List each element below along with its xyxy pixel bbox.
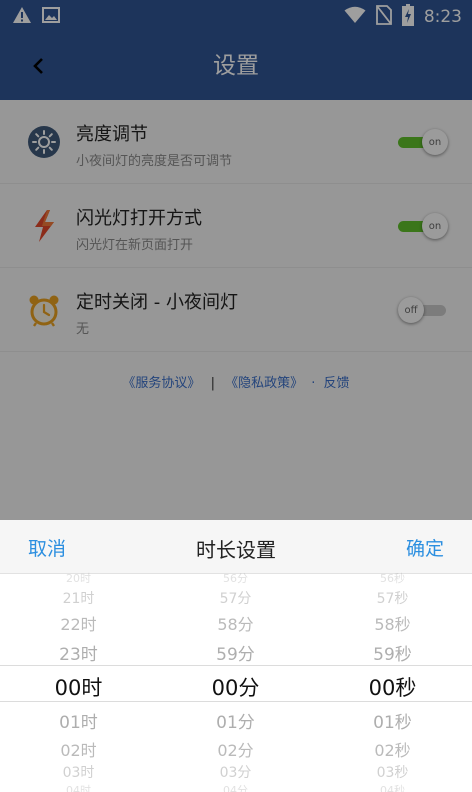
picker-item-selected[interactable]: 00秒 [314, 672, 471, 702]
picker-item[interactable]: 58分 [157, 611, 314, 635]
picker-item[interactable]: 03时 [0, 762, 157, 782]
no-sim-icon [375, 5, 392, 29]
hour-wheel[interactable]: 20时 21时 22时 23时 00时 01时 02时 03时 04时 [0, 572, 157, 792]
setting-subtitle: 无 [76, 322, 90, 337]
picker-item[interactable]: 22时 [0, 611, 157, 635]
link-dot: · [311, 376, 316, 391]
picker-item-selected[interactable]: 00分 [157, 672, 314, 702]
picker-item[interactable]: 02分 [157, 737, 314, 761]
brightness-icon [26, 124, 62, 160]
footer-links: 《服务协议》 | 《隐私政策》 · 反馈 [0, 372, 472, 391]
setting-title: 定时关闭 - 小夜间灯 [76, 292, 238, 313]
settings-list: 亮度调节 小夜间灯的亮度是否可调节 on 闪光灯打开方式 闪光灯在新页面打开 o… [0, 100, 472, 520]
back-button[interactable] [22, 50, 54, 82]
minute-wheel[interactable]: 56分 57分 58分 59分 00分 01分 02分 03分 04分 [157, 572, 314, 792]
status-time: 8:23 [423, 7, 462, 27]
picker-item[interactable]: 23时 [0, 640, 157, 665]
feedback-link[interactable]: 反馈 [324, 376, 350, 391]
picker-item[interactable]: 04时 [0, 782, 157, 792]
status-bar: 8:23 [0, 0, 472, 32]
picker-title: 时长设置 [196, 538, 276, 562]
picker-item[interactable]: 56分 [157, 570, 314, 586]
page-title: 设置 [213, 53, 259, 79]
setting-title: 亮度调节 [76, 124, 148, 145]
duration-picker: 20时 21时 22时 23时 00时 01时 02时 03时 04时 56分 57分 58分 59分… [0, 572, 472, 792]
picker-item[interactable]: 56秒 [314, 570, 471, 586]
picker-item[interactable]: 20时 [0, 570, 157, 586]
picker-item[interactable]: 02秒 [314, 737, 471, 761]
toggle-knob: on [422, 129, 448, 155]
picker-item[interactable]: 01分 [157, 708, 314, 733]
picker-item[interactable]: 21时 [0, 588, 157, 608]
picker-item[interactable]: 03分 [157, 762, 314, 782]
picker-item[interactable]: 04分 [157, 782, 314, 792]
service-agreement-link[interactable]: 《服务协议》 [122, 376, 200, 391]
battery-icon [401, 4, 414, 30]
timer-off-toggle[interactable]: off [398, 297, 448, 323]
toggle-knob: off [398, 297, 424, 323]
warning-icon [12, 6, 32, 28]
picker-item[interactable]: 01秒 [314, 708, 471, 733]
privacy-policy-link[interactable]: 《隐私政策》 [225, 376, 303, 391]
picker-item[interactable]: 59分 [157, 640, 314, 665]
setting-row-flashlight[interactable]: 闪光灯打开方式 闪光灯在新页面打开 on [0, 184, 472, 268]
setting-subtitle: 小夜间灯的亮度是否可调节 [76, 154, 233, 169]
picker-item[interactable]: 03秒 [314, 762, 471, 782]
lightning-icon [26, 208, 62, 244]
confirm-button[interactable]: 确定 [406, 534, 444, 561]
picker-item[interactable]: 57分 [157, 588, 314, 608]
toggle-knob: on [422, 213, 448, 239]
picker-item[interactable]: 02时 [0, 737, 157, 761]
picker-item[interactable]: 04秒 [314, 782, 471, 792]
flashlight-toggle[interactable]: on [398, 213, 448, 239]
second-wheel[interactable]: 56秒 57秒 58秒 59秒 00秒 01秒 02秒 03秒 04秒 [314, 572, 471, 792]
setting-row-timer-off[interactable]: 定时关闭 - 小夜间灯 无 off [0, 268, 472, 352]
brightness-toggle[interactable]: on [398, 129, 448, 155]
setting-subtitle: 闪光灯在新页面打开 [76, 238, 194, 253]
picker-item[interactable]: 01时 [0, 708, 157, 733]
picker-item[interactable]: 58秒 [314, 611, 471, 635]
chevron-left-icon [33, 58, 43, 74]
setting-row-brightness[interactable]: 亮度调节 小夜间灯的亮度是否可调节 on [0, 100, 472, 184]
image-icon [42, 7, 60, 27]
setting-title: 闪光灯打开方式 [76, 208, 202, 229]
picker-item[interactable]: 57秒 [314, 588, 471, 608]
picker-header: 取消 时长设置 确定 [0, 520, 472, 574]
picker-item-selected[interactable]: 00时 [0, 672, 157, 702]
link-separator: | [210, 376, 215, 391]
wifi-icon [344, 6, 366, 28]
app-bar: 设置 [0, 32, 472, 100]
picker-item[interactable]: 59秒 [314, 640, 471, 665]
alarm-clock-icon [26, 292, 62, 328]
